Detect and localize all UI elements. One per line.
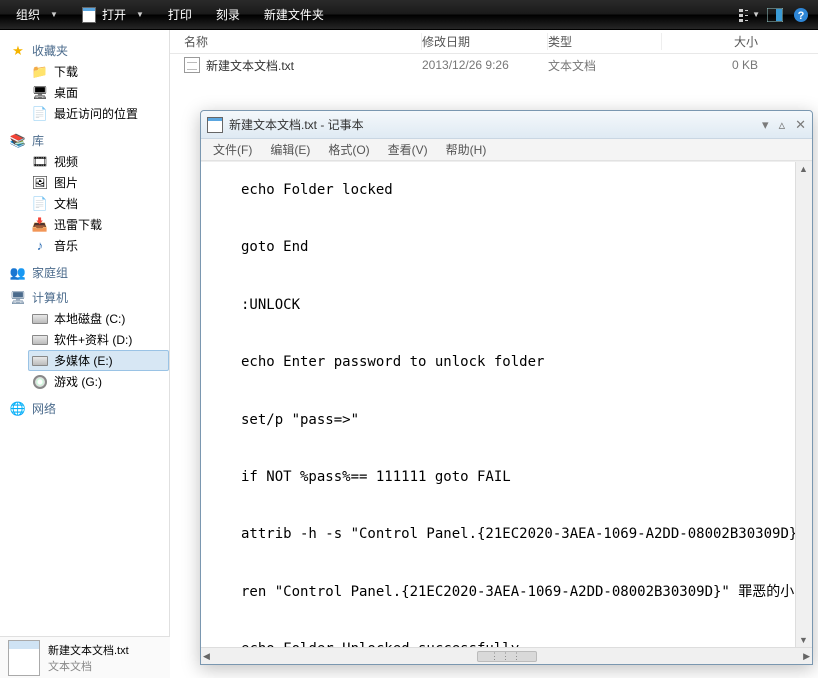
burn-button[interactable]: 刻录 [206,4,250,25]
open-button[interactable]: 打开 ▼ [72,4,154,25]
homegroup-icon: 👥 [10,265,26,281]
maximize-icon[interactable]: ▵ [779,117,786,133]
download-icon: 📥 [32,217,48,233]
sidebar-item-xunlei[interactable]: 📥迅雷下载 [28,214,169,235]
music-icon: ♪ [32,238,48,254]
textfile-large-icon [8,640,40,676]
menu-format[interactable]: 格式(O) [320,139,377,160]
library-icon: 📚 [10,133,26,149]
favorites-group[interactable]: ★收藏夹 [10,42,169,59]
disc-icon [32,374,48,390]
drive-icon [32,353,48,369]
folder-download-icon: 📁 [32,64,48,80]
organize-button[interactable]: 组织 ▼ [6,4,68,25]
scroll-right-icon[interactable]: ▶ [803,651,810,662]
horizontal-scrollbar[interactable]: ◀ ⋮⋮⋮ ▶ [201,647,812,664]
details-filename: 新建文本文档.txt [48,642,129,658]
menu-help[interactable]: 帮助(H) [438,139,495,160]
notepad-icon [82,7,96,23]
textfile-icon [184,57,200,73]
view-options-icon[interactable]: ▼ [738,4,760,26]
notepad-editor[interactable]: echo Folder locked goto End :UNLOCK echo… [201,162,795,647]
sidebar-item-drive-e[interactable]: 多媒体 (E:) [28,350,169,371]
file-type: 文本文档 [548,57,662,74]
network-group[interactable]: 🌐网络 [10,400,169,417]
explorer-toolbar: 组织 ▼ 打开 ▼ 打印 刻录 新建文件夹 ▼ ? [0,0,818,30]
col-type[interactable]: 类型 [548,33,662,50]
chevron-down-icon: ▼ [752,10,760,19]
close-icon[interactable]: ✕ [795,117,806,133]
print-button[interactable]: 打印 [158,4,202,25]
drive-icon [32,332,48,348]
col-size[interactable]: 大小 [662,33,818,50]
drive-icon [32,311,48,327]
homegroup-group[interactable]: 👥家庭组 [10,264,169,281]
sidebar-item-drive-g[interactable]: 游戏 (G:) [28,371,169,392]
preview-pane-icon[interactable] [764,4,786,26]
notepad-window: 新建文本文档.txt - 记事本 ▾ ▵ ✕ 文件(F) 编辑(E) 格式(O)… [200,110,813,665]
file-row[interactable]: 新建文本文档.txt 2013/12/26 9:26 文本文档 0 KB [170,54,818,76]
scrollbar-thumb[interactable]: ⋮⋮⋮ [477,651,537,662]
sidebar-item-documents[interactable]: 📄文档 [28,193,169,214]
file-name: 新建文本文档.txt [206,57,294,74]
chevron-down-icon: ▼ [136,10,144,19]
pictures-icon: 🖼 [32,175,48,191]
sidebar-item-recent[interactable]: 📄最近访问的位置 [28,103,169,124]
col-name[interactable]: 名称 [170,33,422,50]
sidebar-item-desktop[interactable]: 🖥桌面 [28,82,169,103]
notepad-icon [207,117,223,133]
organize-label: 组织 [16,6,40,23]
star-icon: ★ [10,43,26,59]
computer-group[interactable]: 🖥计算机 [10,289,169,306]
desktop-icon: 🖥 [32,85,48,101]
open-label: 打开 [102,6,126,23]
notepad-title: 新建文本文档.txt - 记事本 [229,116,364,133]
menu-edit[interactable]: 编辑(E) [262,139,318,160]
sidebar-item-video[interactable]: 🎞视频 [28,151,169,172]
sidebar-item-drive-c[interactable]: 本地磁盘 (C:) [28,308,169,329]
chevron-down-icon: ▼ [50,10,58,19]
menu-file[interactable]: 文件(F) [205,139,260,160]
details-pane: 新建文本文档.txt 文本文档 [0,636,170,678]
col-date[interactable]: 修改日期 [422,33,548,50]
video-icon: 🎞 [32,154,48,170]
notepad-menubar: 文件(F) 编辑(E) 格式(O) 查看(V) 帮助(H) [201,139,812,161]
file-date: 2013/12/26 9:26 [422,58,548,72]
documents-icon: 📄 [32,196,48,212]
menu-view[interactable]: 查看(V) [380,139,436,160]
help-icon[interactable]: ? [790,4,812,26]
details-filetype: 文本文档 [48,658,129,674]
sidebar-item-pictures[interactable]: 🖼图片 [28,172,169,193]
navigation-sidebar: ★收藏夹 📁下载 🖥桌面 📄最近访问的位置 📚库 🎞视频 🖼图片 📄文档 📥迅雷… [0,30,170,678]
svg-text:?: ? [798,10,805,22]
file-size: 0 KB [662,58,818,72]
column-headers: 名称 修改日期 类型 大小 [170,30,818,54]
sidebar-item-drive-d[interactable]: 软件+资料 (D:) [28,329,169,350]
network-icon: 🌐 [10,401,26,417]
libraries-group[interactable]: 📚库 [10,132,169,149]
minimize-icon[interactable]: ▾ [762,117,769,133]
scroll-left-icon[interactable]: ◀ [203,651,210,662]
recent-icon: 📄 [32,106,48,122]
sidebar-item-music[interactable]: ♪音乐 [28,235,169,256]
sidebar-item-downloads[interactable]: 📁下载 [28,61,169,82]
vertical-scrollbar[interactable] [795,162,812,647]
newfolder-button[interactable]: 新建文件夹 [254,4,334,25]
notepad-titlebar[interactable]: 新建文本文档.txt - 记事本 ▾ ▵ ✕ [201,111,812,139]
computer-icon: 🖥 [10,290,26,306]
